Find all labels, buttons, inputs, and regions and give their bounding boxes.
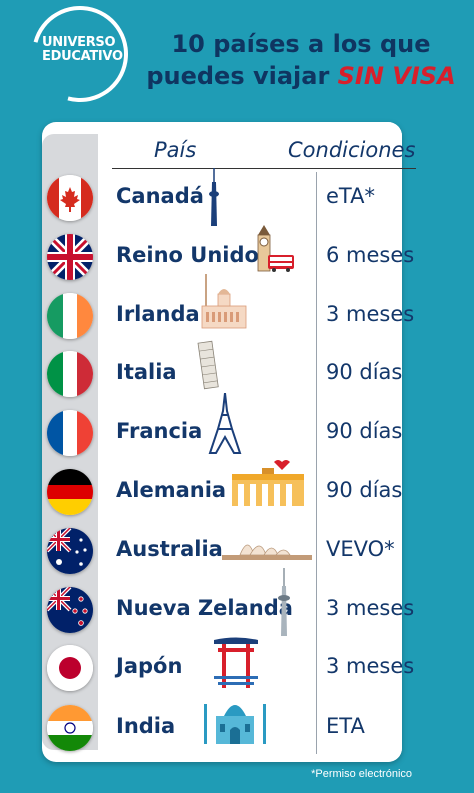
big-ben-bus-icon bbox=[254, 225, 296, 273]
logo-line-2: EDUCATIVO bbox=[42, 49, 123, 64]
cn-tower-icon bbox=[200, 168, 228, 228]
condition: 3 meses bbox=[326, 654, 415, 678]
table-row: Irlanda 3 meses bbox=[0, 274, 474, 346]
india-flag-icon bbox=[47, 705, 93, 751]
country-name: Francia bbox=[116, 419, 203, 443]
pisa-tower-icon bbox=[195, 338, 221, 390]
country-name: Reino Unido bbox=[116, 243, 259, 267]
country-name: Alemania bbox=[116, 478, 227, 502]
sky-tower-icon bbox=[276, 568, 292, 638]
uk-flag-icon bbox=[47, 234, 93, 280]
country-name: Italia bbox=[116, 360, 177, 384]
condition: 90 días bbox=[326, 419, 403, 443]
title-line-2: puedes viajar SIN VISA bbox=[146, 60, 456, 92]
table-row: Japón 3 meses bbox=[0, 637, 474, 698]
header-conditions: Condiciones bbox=[288, 138, 416, 162]
eiffel-tower-icon bbox=[208, 393, 242, 455]
country-name: Canadá bbox=[116, 184, 204, 208]
france-flag-icon bbox=[47, 410, 93, 456]
header-divider bbox=[112, 168, 416, 169]
new-zealand-flag-icon bbox=[47, 587, 93, 633]
condition: 6 meses bbox=[326, 243, 415, 267]
ireland-flag-icon bbox=[47, 293, 93, 339]
logo-line-1: UNIVERSO bbox=[42, 35, 116, 50]
taj-mahal-icon bbox=[200, 694, 270, 746]
condition: eTA* bbox=[326, 184, 375, 208]
table-row: India ETA bbox=[0, 700, 474, 758]
table-row: Nueva Zelanda 3 meses bbox=[0, 568, 474, 640]
germany-flag-icon bbox=[47, 469, 93, 515]
title-line-2-prefix: puedes viajar bbox=[146, 62, 330, 90]
country-name: Irlanda bbox=[116, 302, 200, 326]
country-name: Nueva Zelanda bbox=[116, 596, 293, 620]
footnote: *Permiso electrónico bbox=[311, 768, 412, 780]
condition: 3 meses bbox=[326, 596, 415, 620]
brandenburg-gate-icon bbox=[230, 460, 306, 508]
header-country: País bbox=[154, 138, 197, 162]
condition: VEVO* bbox=[326, 537, 395, 561]
canada-flag-icon bbox=[47, 175, 93, 221]
condition: 3 meses bbox=[326, 302, 415, 326]
sydney-opera-icon bbox=[220, 535, 314, 561]
country-name: Australia bbox=[116, 537, 223, 561]
country-name: Japón bbox=[116, 654, 183, 678]
table-row: Australia VEVO* bbox=[0, 523, 474, 581]
condition: ETA bbox=[326, 714, 365, 738]
japan-flag-icon bbox=[47, 645, 93, 691]
table-row: Alemania 90 días bbox=[0, 460, 474, 522]
page-title: 10 países a los que puedes viajar SIN VI… bbox=[146, 28, 456, 92]
table-row: Canadá eTA* bbox=[0, 168, 474, 228]
torii-gate-icon bbox=[212, 636, 260, 690]
dublin-building-icon bbox=[198, 272, 250, 332]
title-line-1: 10 países a los que bbox=[171, 30, 431, 58]
condition: 90 días bbox=[326, 360, 403, 384]
condition: 90 días bbox=[326, 478, 403, 502]
logo: UNIVERSO EDUCATIVO bbox=[42, 36, 130, 64]
country-name: India bbox=[116, 714, 176, 738]
table-row: Francia 90 días bbox=[0, 393, 474, 463]
italy-flag-icon bbox=[47, 351, 93, 397]
australia-flag-icon bbox=[47, 528, 93, 574]
title-accent: SIN VISA bbox=[337, 62, 456, 90]
